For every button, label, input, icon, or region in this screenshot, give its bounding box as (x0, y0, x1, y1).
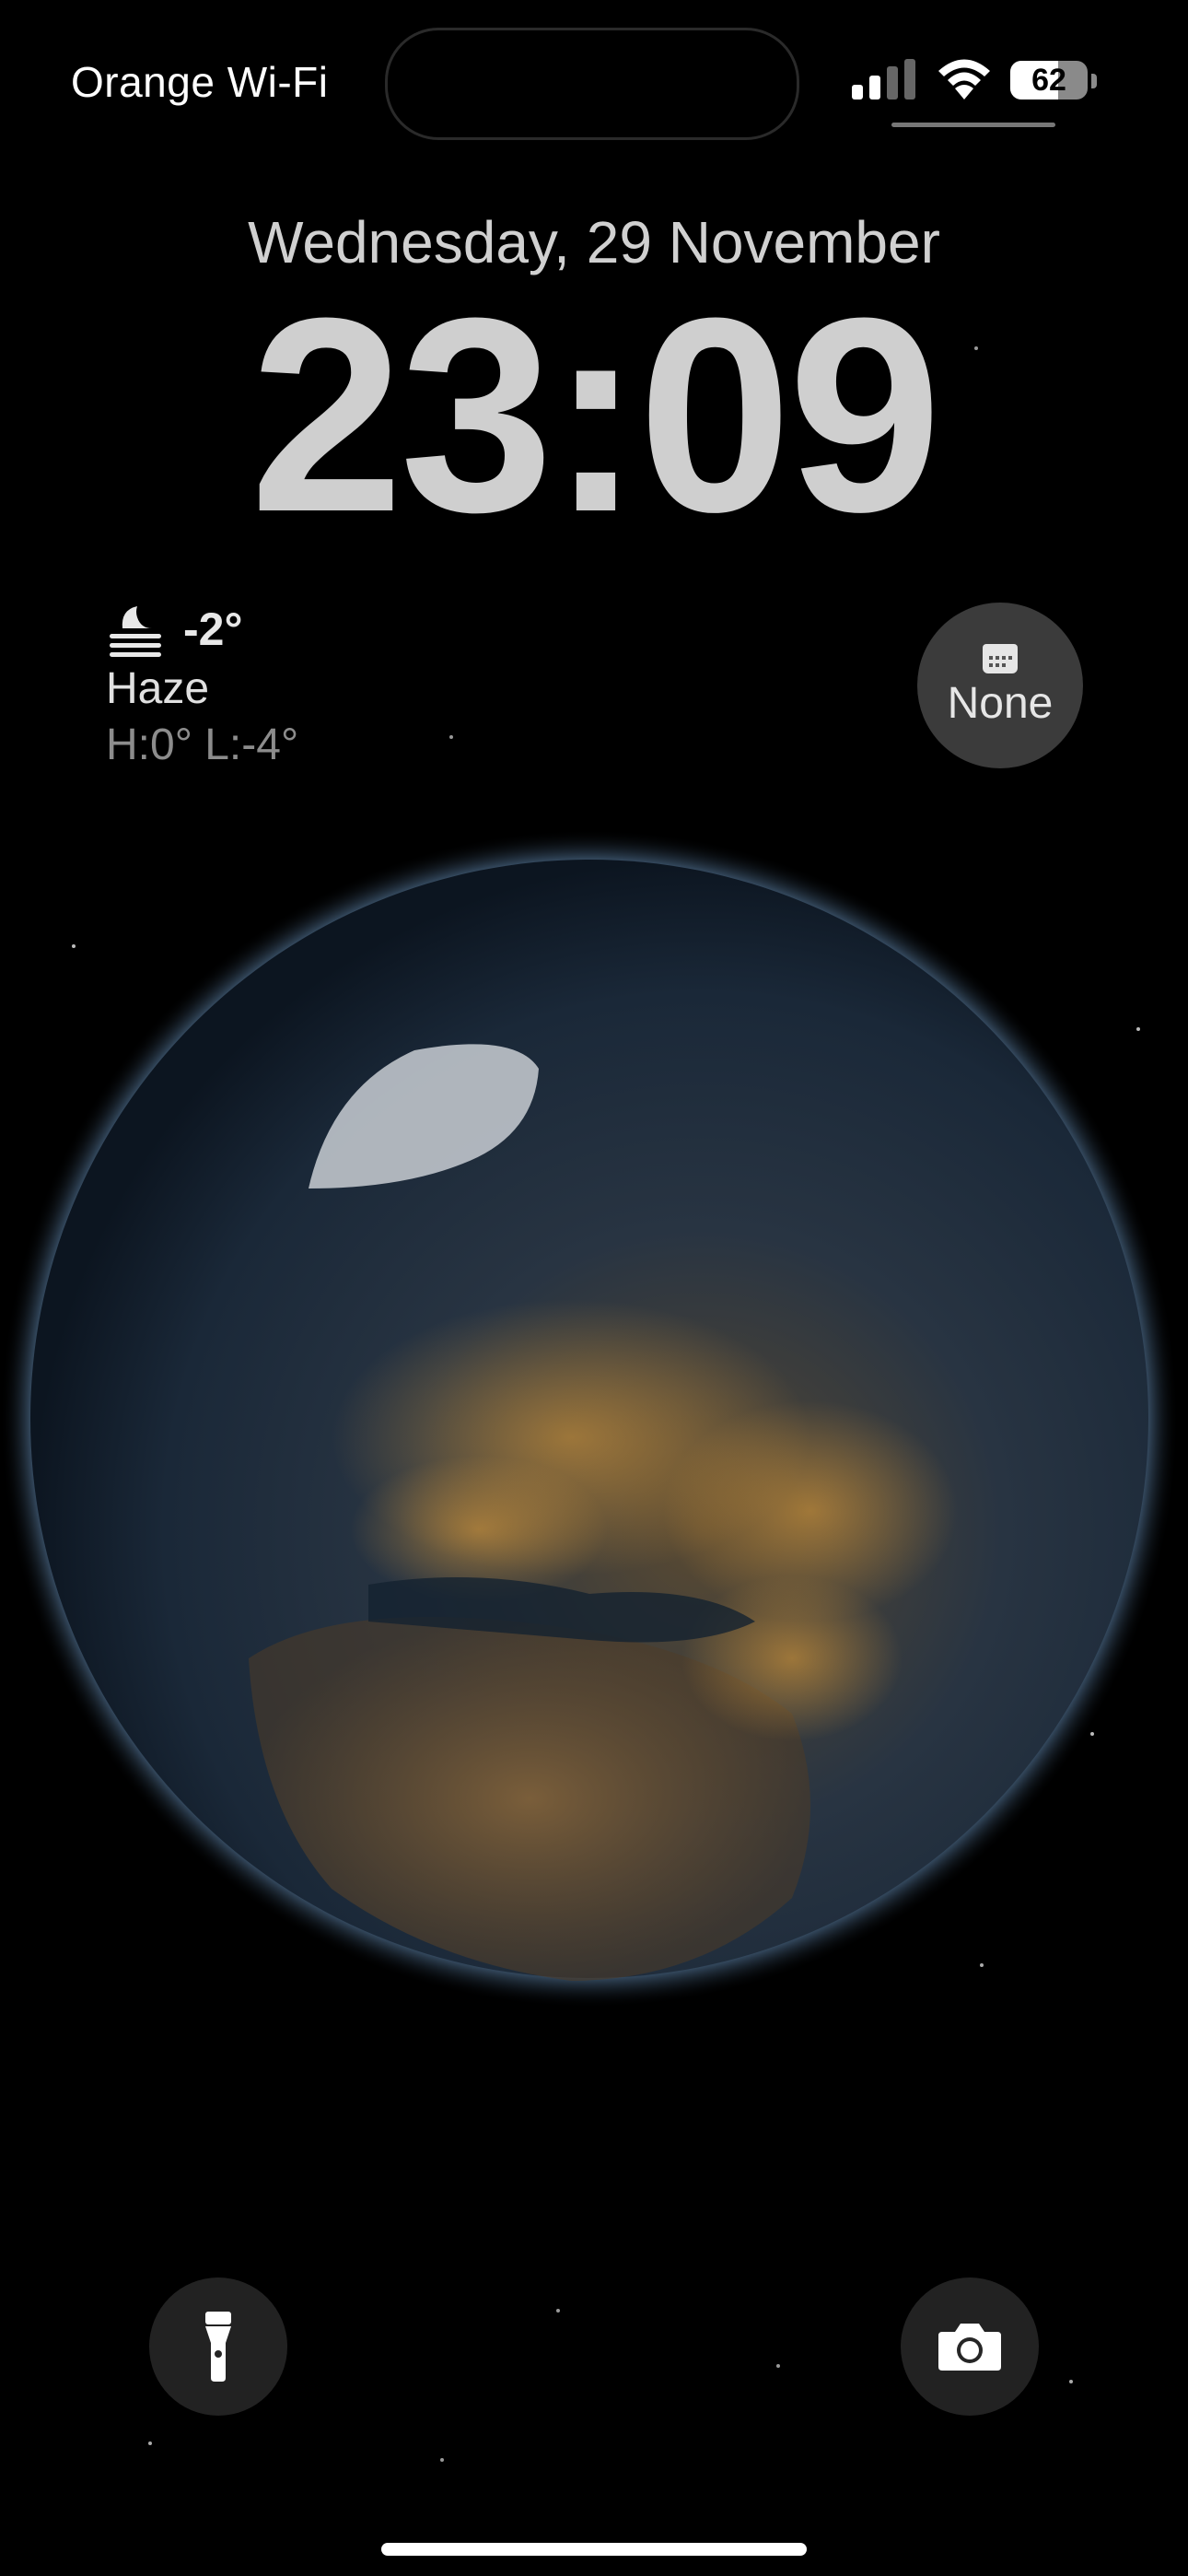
signal-bar (869, 76, 880, 100)
carrier-label: Orange Wi-Fi (71, 58, 329, 106)
calendar-icon (983, 643, 1018, 673)
flashlight-button[interactable] (149, 2277, 287, 2416)
status-indicators: 62 (852, 55, 1105, 107)
signal-bar (852, 85, 863, 100)
calendar-widget-label: None (947, 678, 1054, 728)
camera-icon (938, 2324, 1001, 2371)
home-indicator[interactable] (381, 2543, 807, 2556)
cellular-signal-icon (852, 59, 916, 100)
signal-bar (904, 59, 915, 100)
lock-screen-clock: 23:09 (250, 260, 941, 569)
weather-widget[interactable]: -2° Haze H:0° L:-4° (106, 599, 298, 770)
flashlight-icon (205, 2312, 231, 2382)
battery-percentage: 62 (1031, 63, 1066, 98)
signal-bar (887, 66, 898, 100)
weather-high-low: H:0° L:-4° (106, 720, 299, 769)
dynamic-island (385, 28, 799, 140)
weather-condition: Haze (106, 664, 210, 713)
calendar-widget[interactable]: None (917, 603, 1083, 768)
wifi-icon (938, 59, 990, 100)
camera-button[interactable] (901, 2277, 1039, 2416)
haze-moon-icon (110, 606, 161, 657)
control-center-indicator[interactable] (891, 123, 1055, 127)
battery-tip (1091, 74, 1097, 88)
battery-icon: 62 (1010, 61, 1088, 100)
weather-temperature: -2° (183, 603, 243, 655)
